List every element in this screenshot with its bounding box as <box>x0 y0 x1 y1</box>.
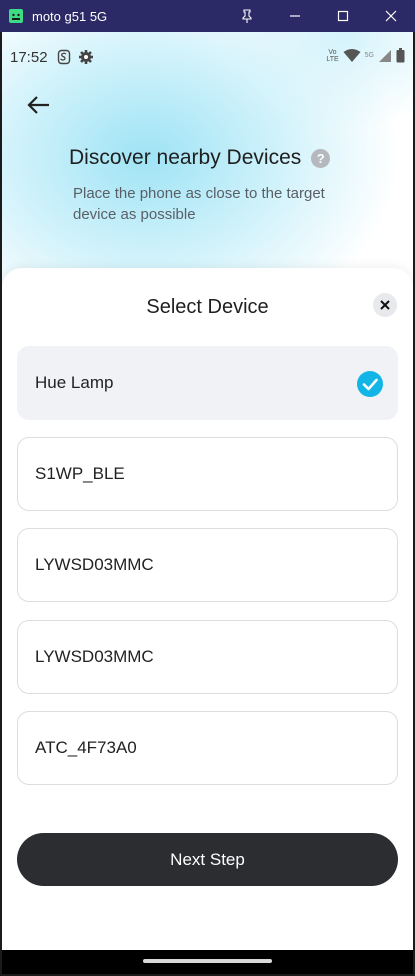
network-type-label: 5G <box>364 52 374 59</box>
check-circle-icon <box>357 371 383 397</box>
s-notification-icon <box>57 49 70 65</box>
minimize-icon <box>290 15 300 17</box>
window-title: moto g51 5G <box>32 8 108 24</box>
device-name: LYWSD03MMC <box>35 647 154 666</box>
device-name: S1WP_BLE <box>35 464 125 483</box>
wifi-icon <box>343 48 361 62</box>
phone-screen: 17:52 Vo LTE 5G Discover nearby Devices … <box>2 32 413 950</box>
sheet-title: Select Device <box>146 296 269 318</box>
next-step-button[interactable]: Next Step <box>17 833 398 886</box>
device-item[interactable]: LYWSD03MMC <box>17 620 398 694</box>
window-close-button[interactable] <box>367 0 415 32</box>
device-item[interactable]: S1WP_BLE <box>17 437 398 511</box>
device-item[interactable]: LYWSD03MMC <box>17 528 398 602</box>
device-name: LYWSD03MMC <box>35 555 154 574</box>
device-name: ATC_4F73A0 <box>35 738 137 757</box>
page-title: Discover nearby Devices ? <box>69 146 331 170</box>
close-icon <box>385 10 397 22</box>
page-subtitle: Place the phone as close to the target d… <box>73 185 325 223</box>
navigation-bar <box>2 950 413 974</box>
pin-icon <box>242 9 252 23</box>
maximize-icon <box>337 10 349 22</box>
status-icons: Vo LTE 5G <box>326 48 405 63</box>
device-item[interactable]: Hue Lamp <box>17 346 398 420</box>
maximize-button[interactable] <box>319 0 367 32</box>
device-name: Hue Lamp <box>35 373 114 392</box>
status-bar: 17:52 Vo LTE 5G <box>2 32 413 82</box>
battery-icon <box>396 48 405 63</box>
arrow-left-icon <box>27 96 49 114</box>
home-gesture-handle[interactable] <box>143 959 272 963</box>
emulator-title-bar: moto g51 5G <box>0 0 415 32</box>
android-icon <box>9 9 23 23</box>
gear-icon <box>78 50 93 64</box>
back-button[interactable] <box>24 90 54 120</box>
signal-icon <box>379 49 391 62</box>
help-icon[interactable]: ? <box>311 148 331 168</box>
close-sheet-button[interactable] <box>373 293 397 317</box>
pin-button[interactable] <box>223 0 271 32</box>
select-device-sheet: Select Device Hue Lamp S1WP_BLE LYWSD03M… <box>2 268 413 950</box>
device-item[interactable]: ATC_4F73A0 <box>17 711 398 785</box>
status-time: 17:52 <box>10 48 48 66</box>
minimize-button[interactable] <box>271 0 319 32</box>
volte-indicator: Vo LTE <box>326 48 339 63</box>
close-icon <box>380 300 390 310</box>
